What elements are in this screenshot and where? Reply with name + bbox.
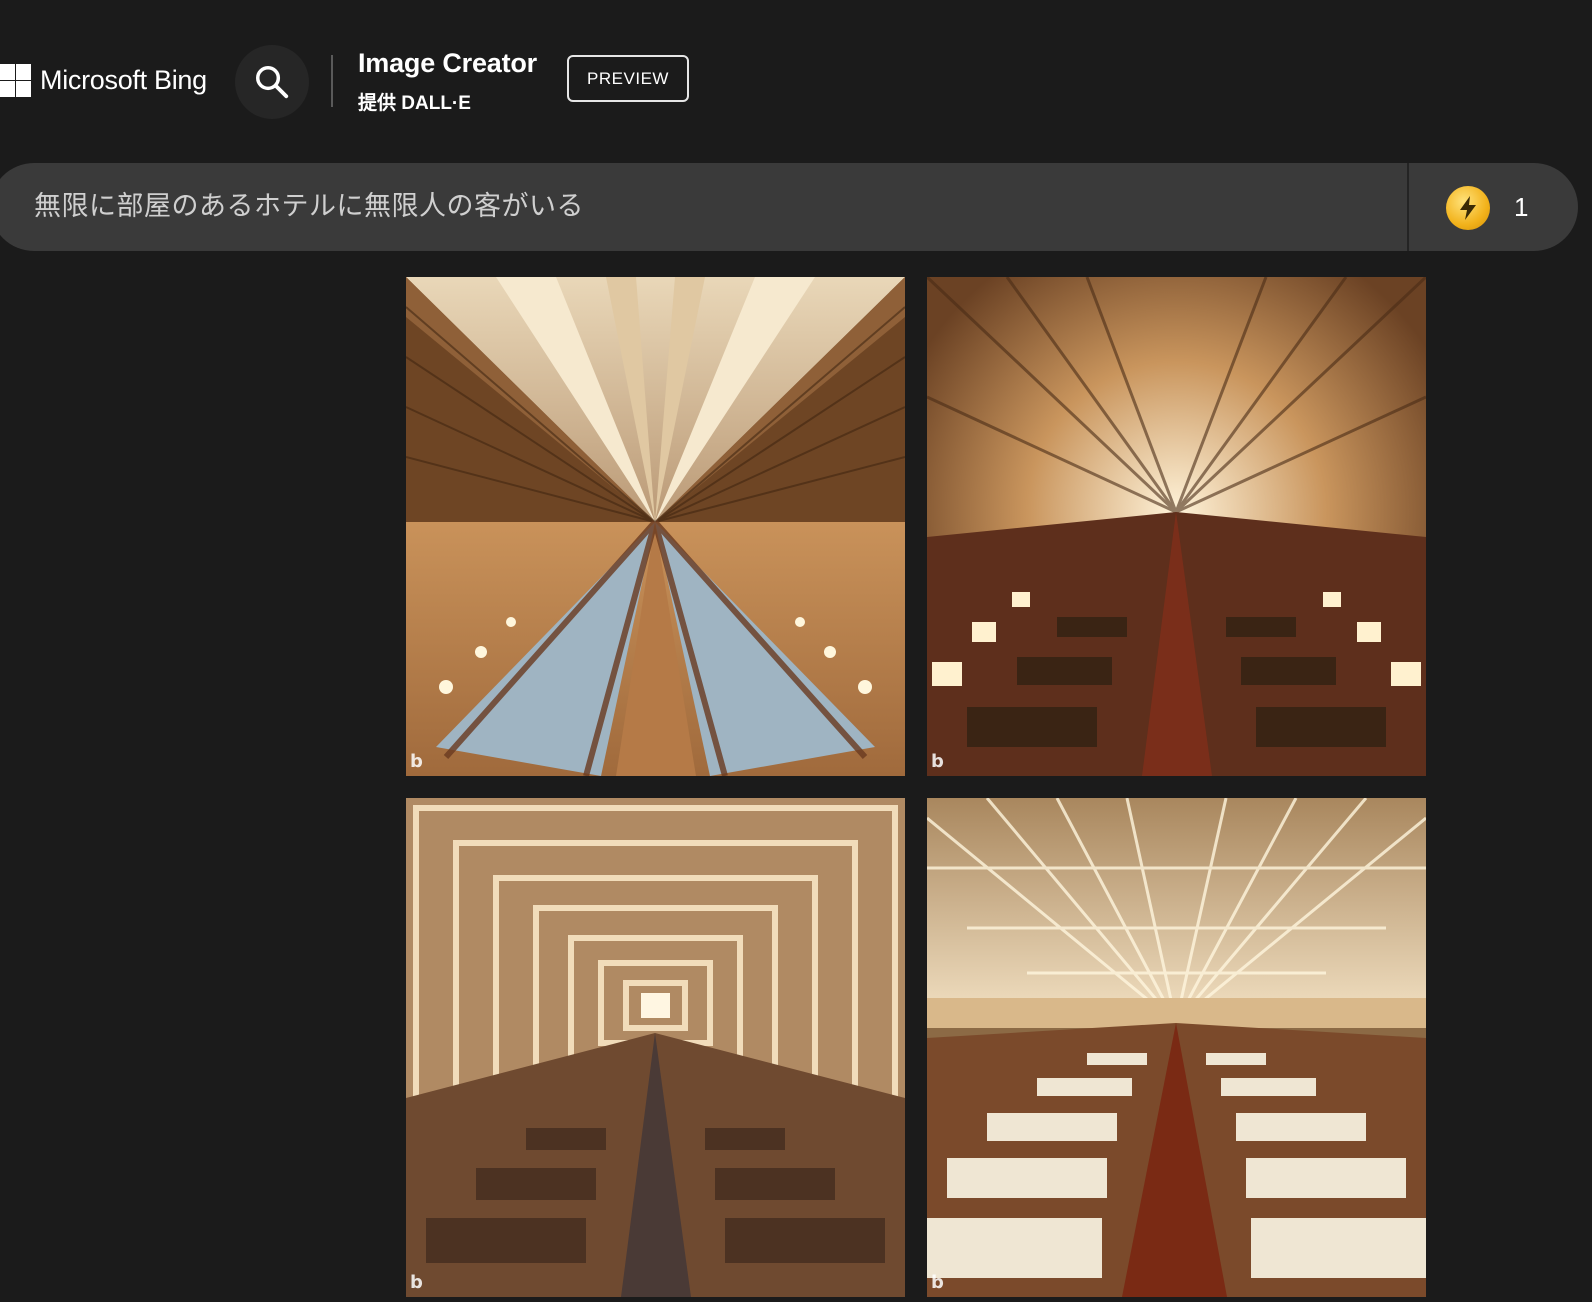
prompt-input[interactable]: 無限に部屋のあるホテルに無限人の客がいる [34, 163, 584, 251]
result-image-1-picture [406, 277, 905, 776]
bing-watermark: b [931, 751, 944, 772]
bing-watermark: b [410, 751, 423, 772]
boost-count: 1 [1514, 192, 1529, 222]
brand-name: Microsoft Bing [40, 65, 207, 95]
result-image-1[interactable]: b [406, 277, 905, 776]
microsoft-bing-logo[interactable]: Microsoft Bing [0, 64, 207, 97]
search-icon [256, 66, 289, 99]
bolt-glyph-icon [1460, 196, 1476, 220]
prompt-bar: 無限に部屋のあるホテルに無限人の客がいる 1 [0, 163, 1578, 251]
header: Microsoft Bing Image Creator 提供 DALL·E P… [0, 0, 1592, 160]
product-title[interactable]: Image Creator [358, 48, 537, 79]
search-button[interactable] [235, 45, 309, 119]
results-grid: b b b b [406, 277, 1426, 1297]
result-image-2[interactable]: b [927, 277, 1426, 776]
bing-watermark: b [931, 1272, 944, 1293]
preview-badge[interactable]: PREVIEW [567, 55, 689, 102]
lightning-bolt-icon[interactable] [1446, 186, 1490, 230]
prompt-bar-divider [1407, 163, 1409, 251]
bing-watermark: b [410, 1272, 423, 1293]
result-image-3-picture [406, 798, 905, 1297]
result-image-4[interactable]: b [927, 798, 1426, 1297]
microsoft-logo-icon [0, 64, 31, 97]
result-image-3[interactable]: b [406, 798, 905, 1297]
header-divider [331, 55, 333, 107]
result-image-2-picture [927, 277, 1426, 776]
result-image-4-picture [927, 798, 1426, 1297]
product-subtitle: 提供 DALL·E [358, 93, 471, 114]
